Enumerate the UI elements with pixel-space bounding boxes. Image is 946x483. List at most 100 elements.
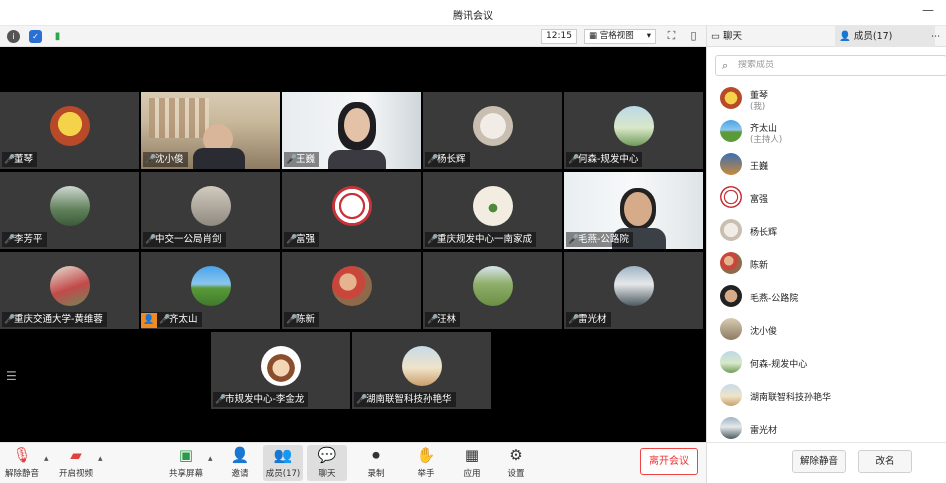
grid-view-select[interactable]: ▦ 宫格视图 ▾: [584, 29, 656, 44]
member-role: (我): [750, 102, 766, 112]
members-panel: ▭ 聊天 👤 成员(17) ⋯ ⌕ 董琴 (我) 齐太山 (主持人) 王巍 富强: [706, 26, 946, 483]
member-search[interactable]: ⌕: [715, 55, 946, 76]
video-tile[interactable]: 🎤富强: [282, 172, 421, 249]
mic-muted-icon: 🎤: [4, 155, 16, 165]
window-title: 腾讯会议: [453, 11, 493, 22]
raise-hand-button[interactable]: ✋ 举手: [406, 445, 446, 479]
member-role: (主持人): [750, 135, 783, 145]
panel-tabs: ▭ 聊天 👤 成员(17) ⋯: [707, 26, 946, 47]
tab-chat[interactable]: ▭ 聊天: [707, 26, 835, 47]
tile-name: 市规发中心-李金龙: [225, 394, 305, 405]
mic-muted-icon: 🎤: [4, 315, 16, 325]
shield-icon[interactable]: ✓: [29, 30, 42, 43]
list-item[interactable]: 王巍: [707, 149, 946, 181]
leave-meeting-button[interactable]: 离开会议: [640, 448, 698, 475]
tile-name: 陈新: [296, 314, 316, 325]
video-tile[interactable]: 🎤陈新: [282, 252, 421, 329]
members-button[interactable]: 👥 成员(17): [263, 445, 303, 481]
video-tile[interactable]: 🎤沈小俊: [141, 92, 280, 169]
list-item[interactable]: 雷光材: [707, 413, 946, 445]
avatar: [472, 185, 513, 226]
record-button[interactable]: ⏺ 录制: [356, 445, 396, 479]
video-tile[interactable]: 🎤汪林: [423, 252, 562, 329]
video-tile[interactable]: 🎤毛燕-公路院: [564, 172, 703, 249]
avatar: [720, 384, 742, 406]
add-user-icon: 👤: [230, 446, 250, 464]
chat-icon: ▭: [711, 31, 720, 42]
list-item[interactable]: 沈小俊: [707, 314, 946, 346]
avatar: [613, 105, 654, 146]
avatar: [49, 105, 90, 146]
rename-button[interactable]: 改名: [858, 450, 912, 473]
video-tile[interactable]: 🎤杨长辉: [423, 92, 562, 169]
sidebar-toggle-icon[interactable]: ▯: [686, 29, 701, 44]
share-screen-button[interactable]: ▣ 共享屏幕: [166, 445, 206, 479]
video-tile[interactable]: 🎤湖南联智科技孙艳华: [352, 332, 491, 409]
avatar: [720, 120, 742, 142]
share-screen-label: 共享屏幕: [168, 469, 203, 479]
video-tile[interactable]: 🎤何森-规发中心: [564, 92, 703, 169]
unmute-all-button[interactable]: 解除静音: [792, 450, 846, 473]
mic-muted-icon: 🎙: [12, 446, 32, 464]
video-grid: 🎤董琴 🎤沈小俊 🎤王巍 🎤杨长辉 🎤何森-规发中心 🎤李芳平 🎤中交一公局肖剑: [0, 47, 706, 442]
member-name: 陈新: [750, 261, 769, 271]
info-icon[interactable]: i: [7, 30, 20, 43]
chevron-up-icon[interactable]: ▴: [44, 454, 49, 464]
video-tile[interactable]: 🎤李芳平: [0, 172, 139, 249]
search-input[interactable]: [738, 60, 938, 70]
tile-name: 雷光材: [578, 314, 607, 325]
list-item[interactable]: 毛燕-公路院: [707, 281, 946, 313]
video-tile[interactable]: 🎤雷光材: [564, 252, 703, 329]
tab-chat-label: 聊天: [723, 31, 743, 42]
grid-view-label: 宫格视图: [599, 31, 634, 41]
video-tile[interactable]: 🎤重庆交通大学-黄维蓉: [0, 252, 139, 329]
tile-name: 湖南联智科技孙艳华: [366, 394, 452, 405]
tile-name: 汪林: [437, 314, 457, 325]
mic-muted-icon: 🎤: [356, 395, 368, 405]
mic-icon: 🎤: [159, 315, 171, 325]
start-video-button[interactable]: ▰ 开启视频: [56, 445, 96, 479]
apps-icon: ▦: [464, 446, 480, 464]
members-icon: 👥: [273, 446, 293, 464]
chevron-up-icon[interactable]: ▴: [98, 454, 103, 464]
list-item[interactable]: 杨长辉: [707, 215, 946, 247]
list-item[interactable]: 湖南联智科技孙艳华: [707, 380, 946, 412]
video-tile[interactable]: 🎤中交一公局肖剑: [141, 172, 280, 249]
tab-members[interactable]: 👤 成员(17): [835, 26, 935, 47]
list-item[interactable]: 陈新: [707, 248, 946, 280]
video-tile[interactable]: 🎤市规发中心-李金龙: [211, 332, 350, 409]
avatar: [190, 185, 231, 226]
unmute-button[interactable]: 🎙 解除静音: [2, 445, 42, 479]
signal-icon[interactable]: ▮: [51, 30, 64, 43]
chat-button[interactable]: 💬 聊天: [307, 445, 347, 481]
list-item[interactable]: 齐太山 (主持人): [707, 116, 946, 148]
minimize-button[interactable]: —: [922, 3, 934, 17]
fullscreen-icon[interactable]: ⛶: [664, 29, 679, 44]
list-item[interactable]: 何森-规发中心: [707, 347, 946, 379]
more-icon[interactable]: ⋯: [931, 26, 945, 47]
meeting-clock: 12:15: [541, 29, 577, 44]
settings-button[interactable]: ⚙ 设置: [496, 445, 536, 479]
members-label: 成员(17): [265, 469, 301, 479]
avatar: [720, 318, 742, 340]
video-tile[interactable]: 🎤重庆规发中心一南家成: [423, 172, 562, 249]
list-item[interactable]: 董琴 (我): [707, 83, 946, 115]
avatar: [472, 265, 513, 306]
video-tile-speaking[interactable]: 🎤王巍: [282, 92, 421, 169]
panel-footer: 解除静音 改名: [707, 442, 946, 483]
unmute-label: 解除静音: [4, 469, 39, 479]
mic-icon: 🎤: [427, 155, 439, 165]
apps-button[interactable]: ▦ 应用: [452, 445, 492, 479]
video-tile[interactable]: 🎤董琴: [0, 92, 139, 169]
video-tile[interactable]: 👤 🎤齐太山: [141, 252, 280, 329]
member-name: 沈小俊: [750, 327, 778, 337]
chevron-up-icon[interactable]: ▴: [208, 454, 213, 464]
mic-icon: 🎤: [286, 155, 298, 165]
camera-off-icon: ▰: [70, 446, 82, 464]
mic-icon: 🎤: [286, 235, 298, 245]
list-icon[interactable]: ☰: [6, 369, 17, 383]
invite-button[interactable]: 👤 邀请: [220, 445, 260, 479]
list-item[interactable]: 富强: [707, 182, 946, 214]
member-name: 富强: [750, 195, 769, 205]
avatar: [190, 265, 231, 306]
